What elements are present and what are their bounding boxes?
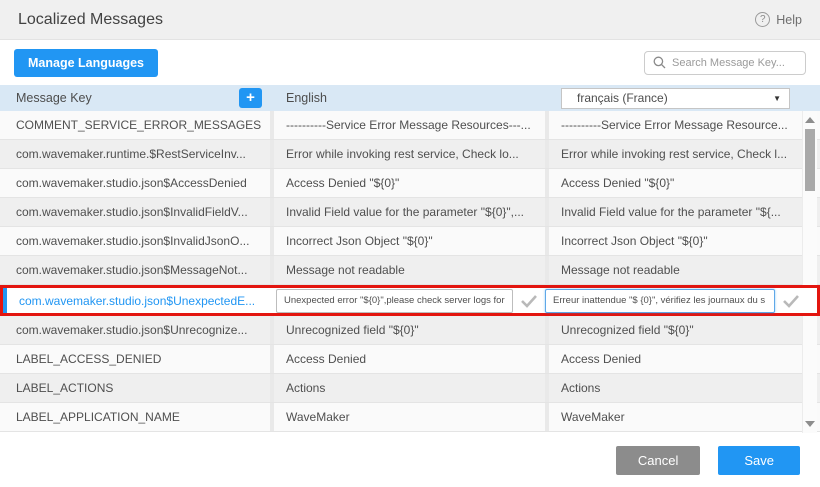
table-row[interactable]: LABEL_ACCESS_DENIED Access Denied Access… (0, 345, 820, 374)
cell-english: Access Denied "${0}" (270, 169, 545, 197)
french-value-input[interactable] (545, 289, 775, 313)
help-icon: ? (755, 12, 770, 27)
confirm-check-icon-french[interactable] (775, 294, 807, 308)
cell-french: Actions (545, 374, 790, 402)
table-row[interactable]: com.wavemaker.studio.json$InvalidJsonO..… (0, 227, 820, 256)
cell-french: Access Denied "${0}" (545, 169, 790, 197)
cell-message-key: COMMENT_SERVICE_ERROR_MESSAGES (0, 118, 270, 132)
cell-message-key: LABEL_APPLICATION_NAME (0, 410, 270, 424)
chevron-down-icon: ▼ (773, 94, 781, 103)
table-row-editing[interactable]: com.wavemaker.studio.json$UnexpectedE... (0, 285, 820, 316)
selected-row-accent-bar (3, 288, 7, 313)
cell-message-key: LABEL_ACCESS_DENIED (0, 352, 270, 366)
cell-message-key: com.wavemaker.studio.json$InvalidFieldV.… (0, 205, 270, 219)
cell-english: Actions (270, 374, 545, 402)
cell-english: Unrecognized field "${0}" (270, 316, 545, 344)
table-row[interactable]: com.wavemaker.studio.json$AccessDenied A… (0, 169, 820, 198)
cell-french: ----------Service Error Message Resource… (545, 111, 790, 139)
table-header: Message Key + English français (France) … (0, 85, 820, 111)
column-header-message-key-label: Message Key (16, 91, 92, 105)
localized-messages-dialog: Localized Messages ? Help Manage Languag… (0, 0, 820, 487)
table-row[interactable]: com.wavemaker.studio.json$Unrecognize...… (0, 316, 820, 345)
english-value-input[interactable] (276, 289, 513, 313)
search-icon (653, 56, 666, 69)
help-label: Help (776, 13, 802, 27)
cell-english: WaveMaker (270, 403, 545, 431)
cell-message-key: LABEL_ACTIONS (0, 381, 270, 395)
cell-french: Invalid Field value for the parameter "$… (545, 198, 790, 226)
toolbar: Manage Languages (0, 40, 820, 85)
cell-english: Access Denied (270, 345, 545, 373)
cell-english: Message not readable (270, 256, 545, 284)
save-button[interactable]: Save (718, 446, 800, 475)
vertical-scrollbar[interactable] (802, 111, 817, 433)
scrollbar-thumb[interactable] (805, 129, 815, 191)
column-header-message-key: Message Key + (0, 88, 270, 108)
column-header-language: français (France) ▼ (545, 88, 790, 109)
cell-message-key: com.wavemaker.studio.json$InvalidJsonO..… (0, 234, 270, 248)
plus-icon: + (246, 89, 255, 106)
scroll-up-icon[interactable] (805, 117, 815, 123)
search-box[interactable] (644, 51, 806, 75)
table-row[interactable]: LABEL_APPLICATION_NAME WaveMaker WaveMak… (0, 403, 820, 432)
cell-french: WaveMaker (545, 403, 790, 431)
manage-languages-button[interactable]: Manage Languages (14, 49, 158, 77)
language-select-value: français (France) (577, 91, 668, 105)
table-row[interactable]: com.wavemaker.runtime.$RestServiceInv...… (0, 140, 820, 169)
table-body: COMMENT_SERVICE_ERROR_MESSAGES ---------… (0, 111, 820, 433)
cancel-button[interactable]: Cancel (616, 446, 700, 475)
help-button[interactable]: ? Help (755, 12, 802, 27)
cell-english: Incorrect Json Object "${0}" (270, 227, 545, 255)
table-row[interactable]: com.wavemaker.studio.json$InvalidFieldV.… (0, 198, 820, 227)
confirm-check-icon-english[interactable] (513, 294, 545, 308)
scroll-down-icon[interactable] (805, 421, 815, 427)
cell-message-key-selected: com.wavemaker.studio.json$UnexpectedE... (3, 294, 270, 308)
cell-french: Access Denied (545, 345, 790, 373)
cell-english: Invalid Field value for the parameter "$… (270, 198, 545, 226)
title-bar: Localized Messages ? Help (0, 0, 820, 40)
add-message-key-button[interactable]: + (239, 88, 262, 108)
cell-french: Message not readable (545, 256, 790, 284)
cell-message-key: com.wavemaker.studio.json$Unrecognize... (0, 323, 270, 337)
cell-english: Error while invoking rest service, Check… (270, 140, 545, 168)
table-row[interactable]: COMMENT_SERVICE_ERROR_MESSAGES ---------… (0, 111, 820, 140)
cell-english: ----------Service Error Message Resource… (270, 111, 545, 139)
footer: Cancel Save (0, 433, 820, 487)
table-row[interactable]: LABEL_ACTIONS Actions Actions (0, 374, 820, 403)
search-input[interactable] (672, 57, 797, 69)
cell-french: Unrecognized field "${0}" (545, 316, 790, 344)
cell-message-key: com.wavemaker.studio.json$AccessDenied (0, 176, 270, 190)
cell-message-key: com.wavemaker.runtime.$RestServiceInv... (0, 147, 270, 161)
page-title: Localized Messages (18, 11, 163, 29)
language-select[interactable]: français (France) ▼ (561, 88, 790, 109)
cell-french: Error while invoking rest service, Check… (545, 140, 790, 168)
table-row[interactable]: com.wavemaker.studio.json$MessageNot... … (0, 256, 820, 285)
cell-message-key: com.wavemaker.studio.json$MessageNot... (0, 263, 270, 277)
column-header-english: English (270, 91, 545, 105)
cell-french: Incorrect Json Object "${0}" (545, 227, 790, 255)
